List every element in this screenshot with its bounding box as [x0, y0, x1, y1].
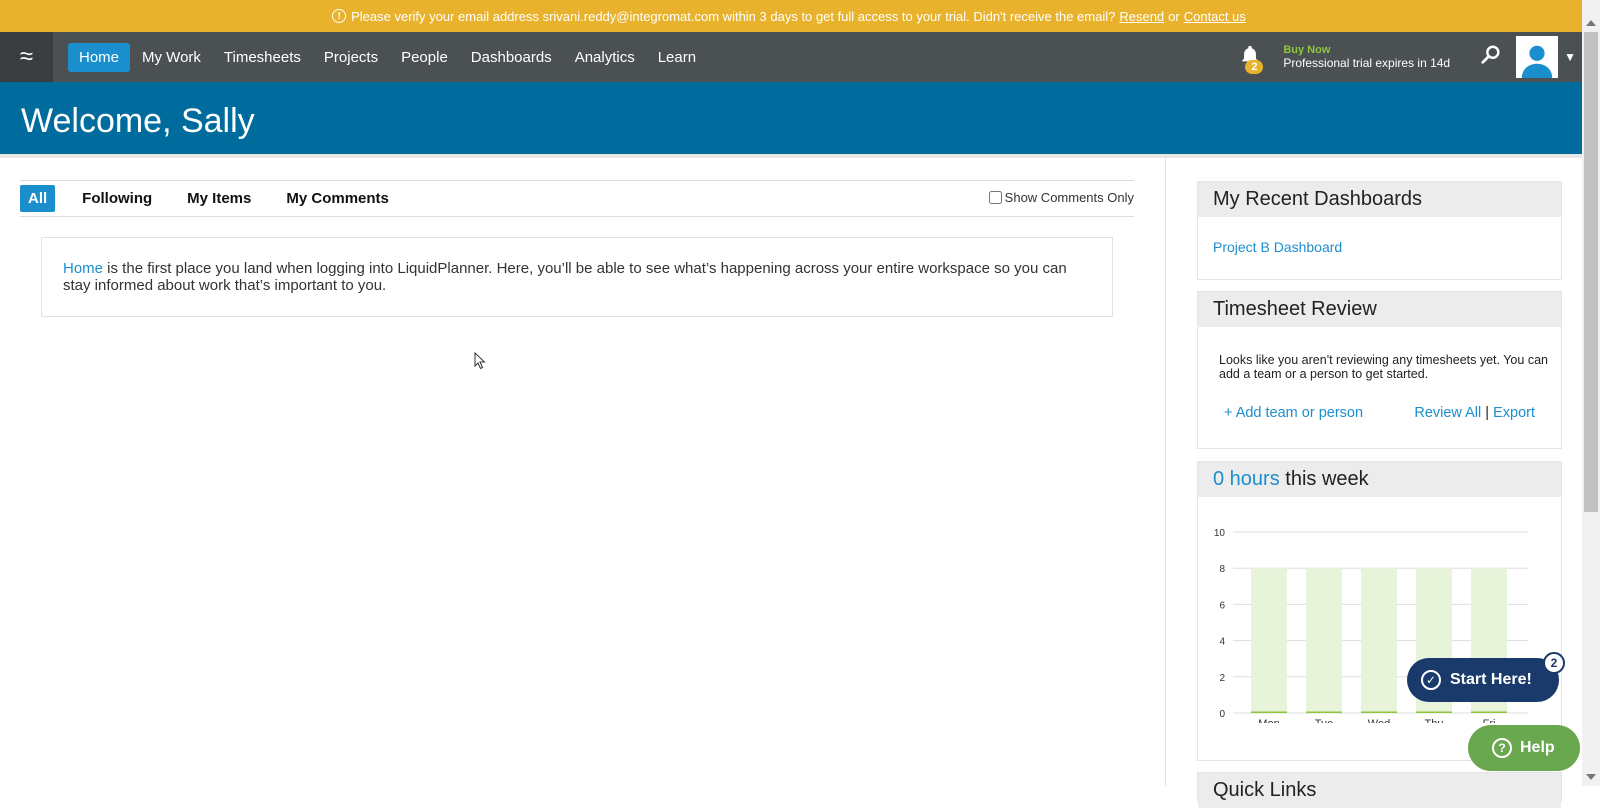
trial-expiry-text: Professional trial expires in 14d: [1283, 56, 1451, 70]
banner-message: Please verify your email address srivani…: [351, 8, 1116, 24]
show-comments-checkbox[interactable]: [988, 191, 1002, 204]
resend-link[interactable]: Resend: [1119, 9, 1164, 24]
quick-links-panel: Quick Links: [1197, 772, 1562, 808]
main-nav: Home My Work Timesheets Projects People …: [68, 42, 708, 72]
dashboard-link[interactable]: Project B Dashboard: [1213, 239, 1342, 255]
y-tick-label: 10: [1214, 528, 1226, 539]
search-icon: [1481, 45, 1500, 64]
mouse-cursor-icon: [474, 352, 486, 370]
capacity-bar: [1251, 568, 1287, 713]
page-scrollbar[interactable]: [1582, 0, 1600, 786]
nav-home[interactable]: Home: [68, 42, 131, 72]
y-tick-label: 0: [1219, 709, 1225, 720]
scroll-up-arrow-icon[interactable]: [1586, 20, 1596, 26]
hours-this-week-panel: 0 hours this week 0 2 4 6 8 10 Mon Tue Wed Thu Fri: [1197, 461, 1562, 761]
page-title: Welcome, Sally: [21, 102, 255, 140]
logged-bar: [1251, 711, 1287, 713]
y-tick-label: 2: [1219, 673, 1225, 684]
show-comments-only[interactable]: Show Comments Only: [988, 190, 1134, 205]
add-team-or-person-link[interactable]: + Add team or person: [1224, 405, 1363, 421]
notification-count-badge: 2: [1245, 60, 1264, 74]
user-menu-caret-icon[interactable]: ▼: [1564, 50, 1576, 64]
timesheet-review-panel: Timesheet Review Looks like you aren't r…: [1197, 291, 1562, 449]
nav-people[interactable]: People: [390, 43, 459, 72]
logged-bar: [1416, 711, 1452, 713]
user-icon: [1521, 45, 1553, 78]
actions-separator: |: [1485, 405, 1490, 421]
logged-bar: [1306, 711, 1342, 713]
notifications-button[interactable]: 2: [1237, 42, 1265, 74]
x-tick-label: Tue: [1315, 718, 1334, 723]
capacity-bar: [1306, 568, 1342, 713]
tab-my-items[interactable]: My Items: [179, 185, 259, 212]
logged-bar: [1471, 711, 1507, 713]
verify-email-banner: ! Please verify your email address sriva…: [0, 0, 1582, 32]
recent-dashboards-title: My Recent Dashboards: [1198, 182, 1561, 217]
help-label: Help: [1520, 739, 1555, 756]
x-tick-label: Thu: [1425, 718, 1444, 723]
start-here-label: Start Here!: [1450, 671, 1532, 688]
tab-all[interactable]: All: [20, 185, 56, 212]
home-info-text: is the first place you land when logging…: [63, 260, 1067, 294]
timesheet-review-title: Timesheet Review: [1198, 292, 1561, 327]
app-menu-button[interactable]: ≈: [0, 32, 53, 82]
user-avatar[interactable]: [1516, 36, 1559, 78]
y-tick-label: 6: [1219, 600, 1225, 611]
nav-dashboards[interactable]: Dashboards: [460, 43, 563, 72]
hours-value[interactable]: 0 hours: [1213, 468, 1280, 490]
feed-tabs: All Following My Items My Comments Show …: [20, 180, 1134, 217]
show-comments-label: Show Comments Only: [1004, 190, 1134, 205]
x-tick-label: Mon: [1258, 718, 1279, 723]
nav-analytics[interactable]: Analytics: [564, 43, 646, 72]
top-navbar: ≈ Home My Work Timesheets Projects Peopl…: [0, 32, 1582, 82]
review-actions: Review All | Export: [1414, 405, 1535, 421]
logged-bar: [1361, 711, 1397, 713]
hours-suffix: this week: [1279, 468, 1369, 490]
warning-icon: !: [332, 9, 347, 23]
home-info-box: Home is the first place you land when lo…: [41, 237, 1113, 317]
nav-projects[interactable]: Projects: [313, 43, 389, 72]
scroll-down-arrow-icon[interactable]: [1586, 774, 1596, 780]
capacity-bar: [1361, 568, 1397, 713]
check-circle-icon: ✓: [1421, 670, 1441, 690]
menu-icon: ≈: [19, 43, 34, 70]
x-tick-label: Fri: [1483, 718, 1496, 723]
scrollbar-thumb[interactable]: [1584, 32, 1598, 512]
quick-links-title: Quick Links: [1198, 773, 1561, 808]
help-button[interactable]: ? Help: [1468, 725, 1580, 771]
start-here-badge: 2: [1543, 652, 1565, 674]
contact-us-link[interactable]: Contact us: [1184, 9, 1246, 24]
column-divider: [1165, 158, 1166, 786]
banner-or: or: [1168, 8, 1180, 24]
y-tick-label: 8: [1219, 564, 1225, 575]
nav-my-work[interactable]: My Work: [131, 43, 212, 72]
start-here-button[interactable]: ✓ Start Here!: [1407, 658, 1559, 702]
x-tick-label: Wed: [1368, 718, 1390, 723]
review-all-link[interactable]: Review All: [1414, 405, 1481, 421]
welcome-header: Welcome, Sally: [0, 82, 1582, 154]
timesheet-review-message: Looks like you aren't reviewing any time…: [1219, 353, 1548, 381]
export-link[interactable]: Export: [1493, 405, 1535, 421]
recent-dashboards-panel: My Recent Dashboards Project B Dashboard: [1197, 181, 1562, 280]
nav-right: 2 Buy Now Professional trial expires in …: [1237, 32, 1582, 82]
search-button[interactable]: [1480, 44, 1502, 71]
header-shadow: [0, 154, 1582, 158]
tab-following[interactable]: Following: [74, 185, 160, 212]
hours-title: 0 hours this week: [1198, 462, 1561, 497]
trial-info[interactable]: Buy Now Professional trial expires in 14…: [1283, 44, 1450, 70]
question-icon: ?: [1492, 738, 1512, 758]
nav-timesheets[interactable]: Timesheets: [213, 43, 312, 72]
tab-my-comments[interactable]: My Comments: [278, 185, 397, 212]
nav-learn[interactable]: Learn: [647, 43, 707, 72]
home-link[interactable]: Home: [63, 260, 103, 277]
y-tick-label: 4: [1219, 637, 1225, 648]
